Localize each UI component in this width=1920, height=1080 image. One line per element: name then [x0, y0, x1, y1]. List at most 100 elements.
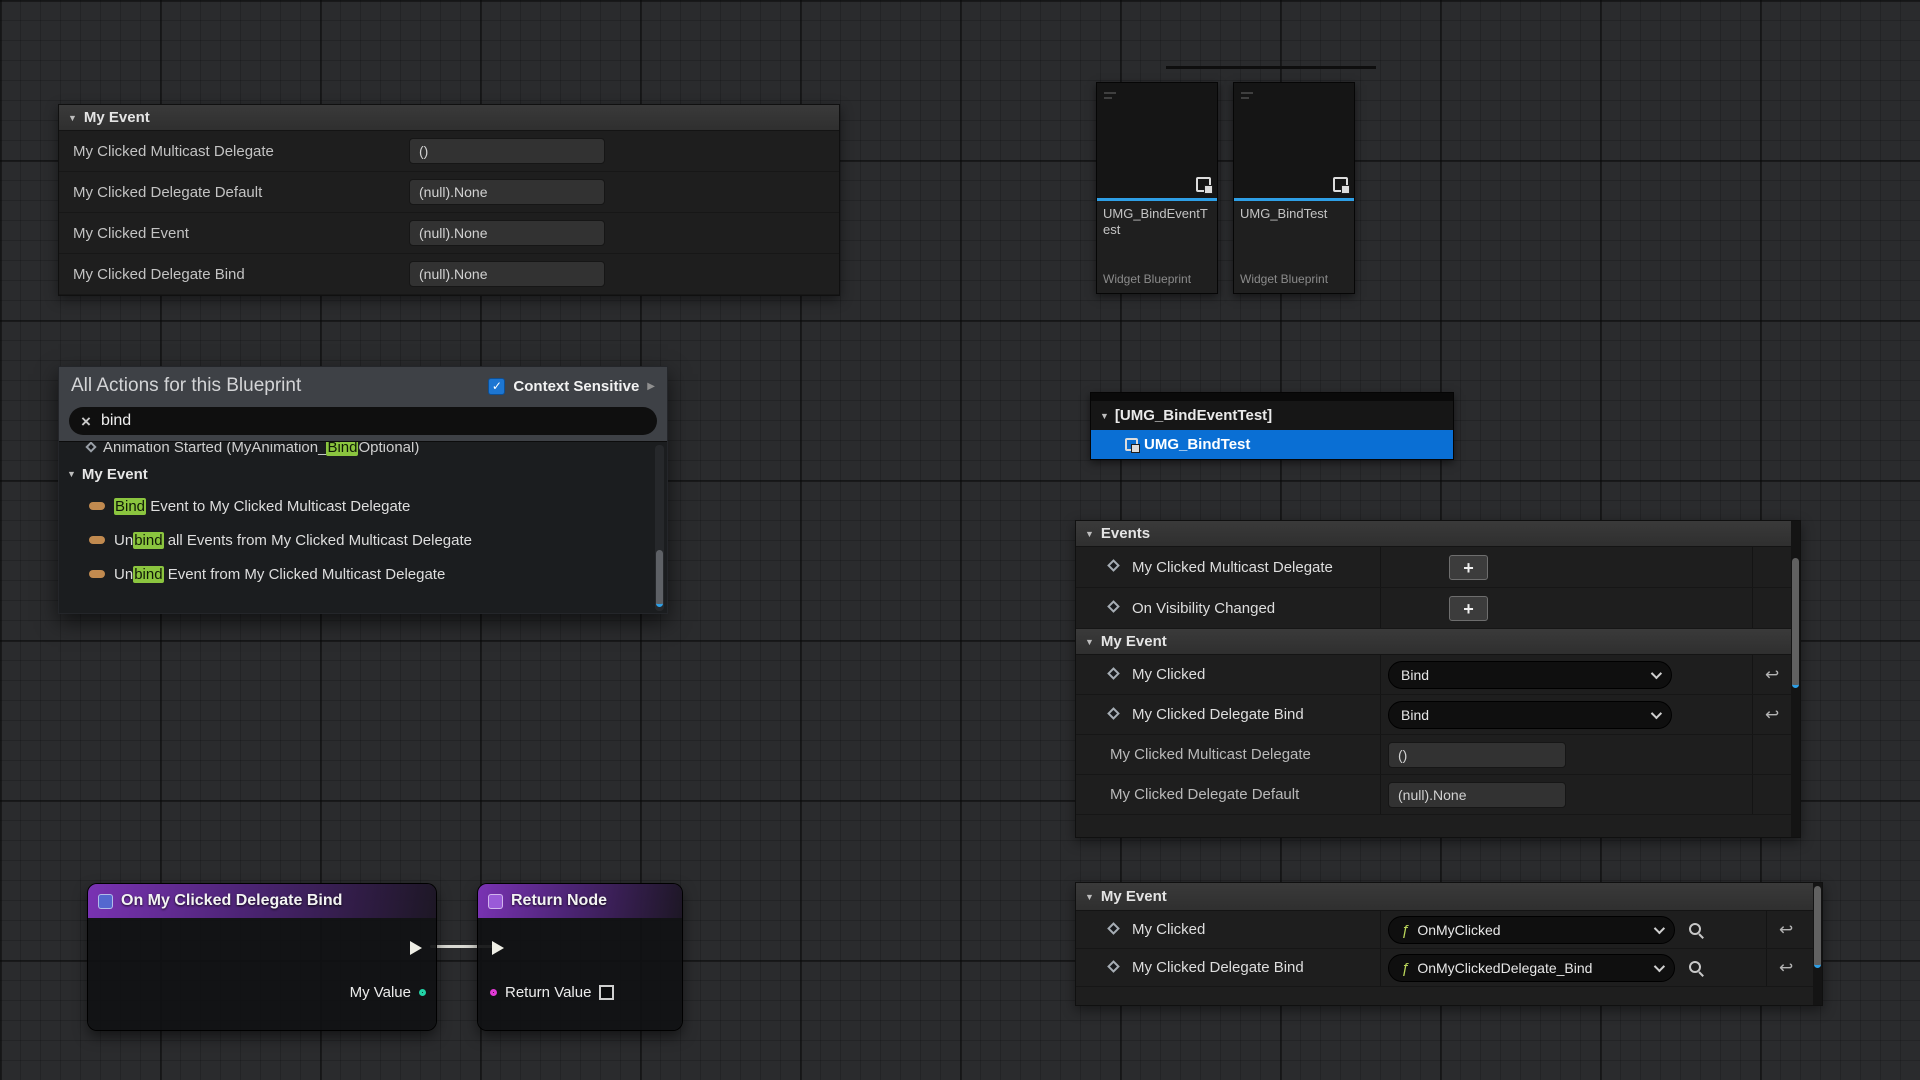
- reset-to-default-icon[interactable]: ↩: [1765, 705, 1779, 725]
- node-on-my-clicked-delegate-bind[interactable]: On My Clicked Delegate Bind My Value: [88, 884, 436, 1030]
- chevron-down-icon: [1651, 668, 1662, 679]
- action-item-unbind-event[interactable]: Unbind Event from My Clicked Multicast D…: [59, 557, 667, 591]
- event-pin-icon: [1107, 667, 1120, 680]
- widget-blueprint-icon: [1196, 177, 1211, 192]
- asset-name: UMG_BindTest: [1234, 201, 1354, 237]
- add-event-button[interactable]: +: [1449, 596, 1488, 621]
- collapse-arrow-icon: ▼: [68, 113, 77, 123]
- event-label: My Clicked Multicast Delegate: [1132, 547, 1333, 588]
- delegate-icon: [89, 570, 105, 578]
- property-value-field[interactable]: (null).None: [409, 220, 605, 246]
- blueprint-graph-canvas[interactable]: ▼ My Event My Clicked Multicast Delegate…: [0, 0, 1920, 1080]
- category-header-my-event[interactable]: ▼ My Event: [1076, 883, 1822, 911]
- asset-tile-umg-bindtest[interactable]: UMG_BindTest Widget Blueprint: [1233, 82, 1355, 294]
- asset-tile-umg-bindeventtest[interactable]: UMG_BindEventTest Widget Blueprint: [1096, 82, 1218, 294]
- collapse-arrow-icon: ▼: [1085, 637, 1094, 647]
- event-row: On Visibility Changed +: [1076, 588, 1800, 629]
- event-node-icon: [98, 894, 113, 909]
- delegate-bind-row: My Clicked Bind ↩: [1076, 655, 1800, 695]
- actions-category-my-event[interactable]: ▼ My Event: [59, 459, 667, 489]
- scrollbar[interactable]: [655, 445, 664, 611]
- category-header-events[interactable]: ▼ Events: [1076, 521, 1800, 547]
- category-title: My Event: [1101, 888, 1167, 905]
- exec-input-pin[interactable]: [492, 941, 504, 955]
- category-title: Events: [1101, 525, 1150, 542]
- chevron-down-icon: [1654, 923, 1665, 934]
- scrollbar[interactable]: [1813, 883, 1822, 1005]
- scrollbar-thumb[interactable]: [1792, 558, 1799, 688]
- action-item-bind-event[interactable]: Bind Event to My Clicked Multicast Deleg…: [59, 489, 667, 523]
- asset-type: Widget Blueprint: [1234, 272, 1354, 293]
- actions-search-row: × bind: [59, 405, 667, 441]
- my-value-output-pin[interactable]: [419, 989, 426, 996]
- delegate-icon: [89, 502, 105, 510]
- details-panel-events: ▼ Events My Clicked Multicast Delegate +…: [1075, 520, 1801, 838]
- event-pin-icon: [1107, 922, 1120, 935]
- action-item-unbind-all[interactable]: Unbind all Events from My Clicked Multic…: [59, 523, 667, 557]
- add-event-button[interactable]: +: [1449, 555, 1488, 580]
- return-value-input-pin[interactable]: [490, 989, 497, 996]
- action-item-clipped[interactable]: Animation Started (MyAnimation_BindOptio…: [59, 441, 667, 459]
- result-node-icon: [488, 894, 503, 909]
- actions-list[interactable]: Animation Started (MyAnimation_BindOptio…: [59, 441, 667, 613]
- clear-search-icon[interactable]: ×: [81, 413, 91, 430]
- column-divider: [1380, 949, 1381, 986]
- bind-dropdown[interactable]: Bind: [1388, 701, 1672, 729]
- reset-to-default-icon[interactable]: ↩: [1765, 665, 1779, 685]
- property-value-field[interactable]: (): [409, 138, 605, 164]
- function-icon: ƒ: [1401, 960, 1409, 977]
- node-return-node[interactable]: Return Node Return Value: [478, 884, 682, 1030]
- event-label: My Clicked Delegate Bind: [1132, 695, 1304, 735]
- actions-popup-title: All Actions for this Blueprint: [71, 375, 301, 397]
- column-divider: [1380, 695, 1381, 734]
- dropdown-value: Bind: [1401, 707, 1429, 723]
- actions-search-input[interactable]: × bind: [69, 407, 657, 435]
- column-divider: [1752, 547, 1753, 587]
- scrollbar-thumb[interactable]: [1814, 886, 1821, 968]
- property-value-field[interactable]: (null).None: [409, 261, 605, 287]
- widget-blueprint-icon: [1333, 177, 1348, 192]
- context-sensitive-checkbox[interactable]: ✓: [488, 378, 505, 395]
- search-query-text: bind: [101, 412, 131, 430]
- hierarchy-root-row[interactable]: ▼ [UMG_BindEventTest]: [1091, 401, 1453, 430]
- bind-dropdown[interactable]: Bind: [1388, 661, 1672, 689]
- search-icon[interactable]: [1688, 960, 1704, 976]
- property-label: My Clicked Delegate Default: [1110, 775, 1299, 815]
- function-icon: ƒ: [1401, 922, 1409, 939]
- reset-to-default-icon[interactable]: ↩: [1779, 920, 1793, 940]
- event-label: My Clicked: [1132, 911, 1205, 949]
- column-divider: [1752, 588, 1753, 628]
- function-dropdown[interactable]: ƒ OnMyClicked: [1388, 916, 1675, 944]
- scrollbar-thumb[interactable]: [656, 550, 663, 607]
- category-header-my-event[interactable]: ▼ My Event: [1076, 629, 1800, 655]
- dropdown-value: OnMyClickedDelegate_Bind: [1417, 960, 1592, 976]
- property-value-field[interactable]: (): [1388, 742, 1566, 768]
- scrollbar[interactable]: [1791, 521, 1800, 837]
- column-divider: [1380, 911, 1381, 948]
- expand-right-icon[interactable]: ▶: [647, 381, 655, 392]
- hierarchy-selected-row[interactable]: UMG_BindTest: [1091, 430, 1453, 459]
- collapse-arrow-icon: ▼: [1085, 529, 1094, 539]
- chevron-down-icon: [1651, 708, 1662, 719]
- node-header[interactable]: On My Clicked Delegate Bind: [88, 884, 436, 918]
- property-row: My Clicked Multicast Delegate (): [59, 131, 839, 172]
- collapse-arrow-icon: ▼: [1100, 411, 1109, 421]
- exec-output-pin[interactable]: [410, 941, 422, 955]
- return-value-checkbox[interactable]: [599, 985, 614, 1000]
- column-divider: [1752, 775, 1753, 814]
- reset-to-default-icon[interactable]: ↩: [1779, 958, 1793, 978]
- function-dropdown[interactable]: ƒ OnMyClickedDelegate_Bind: [1388, 954, 1675, 982]
- search-icon[interactable]: [1688, 922, 1704, 938]
- context-sensitive-label: Context Sensitive: [513, 378, 639, 395]
- dropdown-value: Bind: [1401, 667, 1429, 683]
- column-divider: [1752, 735, 1753, 774]
- node-header[interactable]: Return Node: [478, 884, 682, 918]
- actions-popup-titlebar: All Actions for this Blueprint ✓ Context…: [59, 367, 667, 405]
- column-divider: [1752, 655, 1753, 694]
- chevron-down-icon: [1654, 961, 1665, 972]
- property-label: My Clicked Delegate Bind: [73, 254, 245, 295]
- category-header-my-event[interactable]: ▼ My Event: [59, 105, 839, 131]
- property-value-field[interactable]: (null).None: [409, 179, 605, 205]
- event-pin-icon: [1107, 707, 1120, 720]
- property-value-field[interactable]: (null).None: [1388, 782, 1566, 808]
